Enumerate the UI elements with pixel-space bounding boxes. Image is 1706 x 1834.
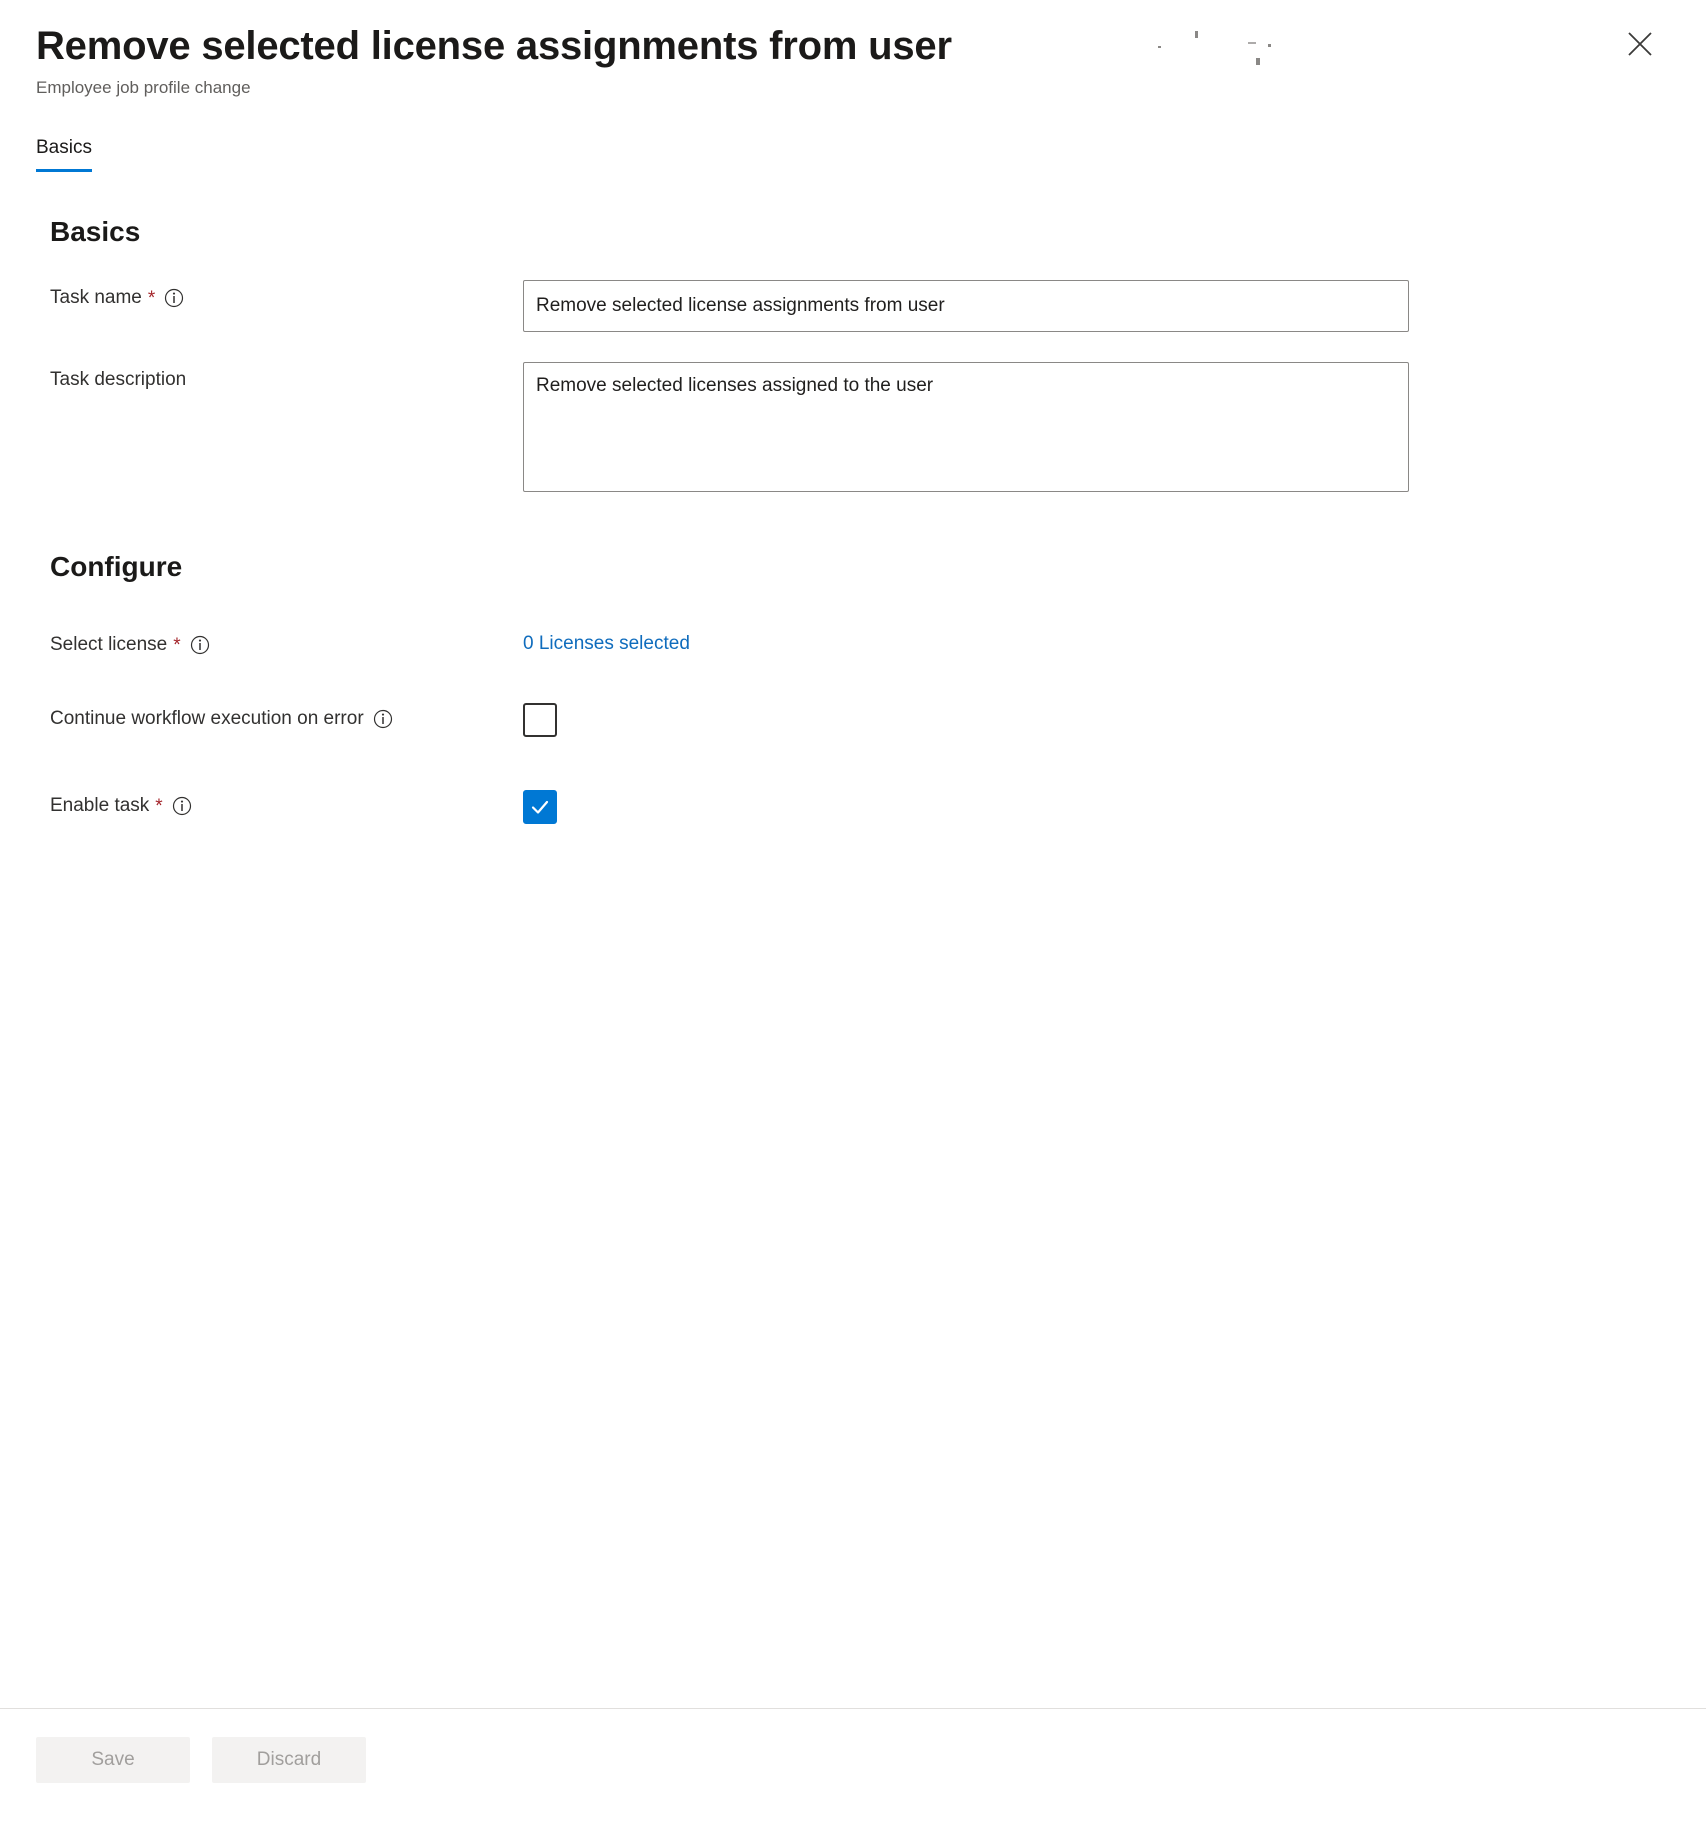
blade-content: Basics Task name * Task de: [0, 172, 1706, 1708]
task-description-textarea[interactable]: [523, 362, 1409, 492]
control-task-description: [523, 362, 1706, 497]
form-row-task-name: Task name *: [50, 280, 1706, 332]
label-continue-on-error-text: Continue workflow execution on error: [50, 708, 364, 729]
form-row-select-license: Select license * 0 Licenses selected: [50, 627, 1706, 659]
form-row-task-description: Task description: [50, 362, 1706, 497]
label-continue-on-error: Continue workflow execution on error: [50, 701, 523, 733]
form-row-enable-task: Enable task *: [50, 788, 1706, 824]
continue-on-error-checkbox[interactable]: [523, 703, 557, 737]
licenses-selected-link[interactable]: 0 Licenses selected: [523, 627, 690, 658]
footer-buttons: Save Discard: [36, 1737, 1706, 1783]
label-enable-task: Enable task *: [50, 788, 523, 820]
task-name-input[interactable]: [523, 280, 1409, 332]
info-icon[interactable]: [190, 635, 210, 655]
label-task-description: Task description: [50, 362, 523, 394]
section-heading-configure: Configure: [50, 551, 183, 582]
info-icon[interactable]: [373, 709, 393, 729]
label-select-license-text: Select license: [50, 634, 168, 655]
info-icon[interactable]: [164, 288, 184, 308]
blade-footer: Save Discard: [0, 1708, 1706, 1834]
section-heading-basics: Basics: [50, 216, 141, 247]
control-task-name: [523, 280, 1706, 332]
label-task-description-text: Task description: [50, 369, 187, 390]
close-button[interactable]: [1618, 22, 1662, 66]
blade-panel: Remove selected license assignments from…: [0, 0, 1706, 1834]
label-task-name: Task name *: [50, 280, 523, 312]
control-select-license: 0 Licenses selected: [523, 627, 1706, 658]
discard-button[interactable]: Discard: [212, 1737, 366, 1783]
label-select-license: Select license *: [50, 627, 523, 659]
tab-strip: Basics: [0, 136, 1706, 172]
close-icon: [1627, 31, 1653, 57]
page-title: Remove selected license assignments from…: [36, 24, 952, 68]
tab-basics[interactable]: Basics: [36, 136, 92, 172]
required-indicator: *: [155, 795, 163, 817]
label-enable-task-text: Enable task: [50, 795, 150, 816]
enable-task-checkbox[interactable]: [523, 790, 557, 824]
blade-header: Remove selected license assignments from…: [0, 0, 1706, 100]
control-enable-task: [523, 788, 1706, 824]
info-icon[interactable]: [172, 796, 192, 816]
control-continue-on-error: [523, 701, 1706, 740]
form-row-continue-on-error: Continue workflow execution on error: [50, 701, 1706, 740]
required-indicator: *: [173, 634, 181, 656]
label-task-name-text: Task name: [50, 287, 142, 308]
save-button[interactable]: Save: [36, 1737, 190, 1783]
required-indicator: *: [147, 287, 156, 309]
page-subtitle: Employee job profile change: [36, 78, 251, 97]
